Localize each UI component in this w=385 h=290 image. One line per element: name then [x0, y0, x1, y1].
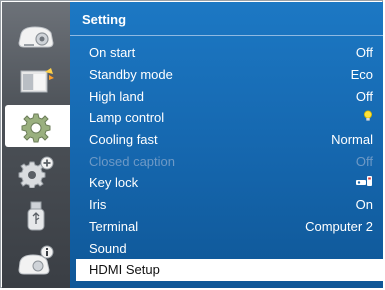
menu-item-on-start[interactable]: On start Off — [70, 42, 383, 64]
menu-item-value — [355, 175, 373, 190]
panel-title: Setting — [82, 12, 127, 27]
menu-item-value: On — [355, 197, 373, 213]
menu-item-value — [363, 110, 373, 125]
menu-item-lamp-control[interactable]: Lamp control — [70, 107, 383, 129]
menu-item-value: Normal — [331, 132, 373, 148]
menu-item-key-lock[interactable]: Key lock — [70, 172, 383, 194]
menu-item-sound[interactable]: Sound — [70, 237, 383, 259]
menu-item-closed-caption: Closed caption Off — [70, 150, 383, 172]
panel-header: Setting — [70, 2, 383, 36]
menu-item-label: Terminal — [89, 218, 139, 234]
menu-item-label: High land — [89, 88, 144, 104]
sidebar-item-image[interactable] — [5, 60, 67, 102]
menu-window: Setting On start Off Standby mode Eco Hi… — [0, 0, 383, 288]
menu-item-terminal[interactable]: Terminal Computer 2 — [70, 216, 383, 238]
sidebar-item-projector[interactable] — [5, 15, 67, 57]
sidebar-item-setting[interactable] — [5, 105, 71, 147]
menu-item-label: Key lock — [89, 175, 139, 191]
menu-item-value: Computer 2 — [305, 218, 373, 234]
menu-item-value: Off — [355, 153, 373, 169]
menu-item-label: Cooling fast — [89, 132, 158, 148]
menu-item-high-land[interactable]: High land Off — [70, 85, 383, 107]
menu-item-value: Off — [355, 88, 373, 104]
setting-gear-icon — [17, 109, 59, 143]
menu-item-value: Off — [355, 45, 373, 61]
menu-item-label: Closed caption — [89, 153, 175, 169]
settings-panel: Setting On start Off Standby mode Eco Hi… — [70, 2, 383, 288]
menu-item-value: Eco — [350, 67, 373, 83]
key-lock-icon — [355, 175, 373, 190]
menu-item-label: Sound — [89, 240, 127, 256]
lamp-bulb-icon — [363, 110, 373, 125]
sidebar — [2, 2, 71, 288]
menu-item-cooling-fast[interactable]: Cooling fast Normal — [70, 129, 383, 151]
sidebar-item-expanded[interactable] — [5, 150, 67, 192]
expanded-gear-icon — [15, 154, 57, 188]
menu-item-label: On start — [89, 45, 136, 61]
projector-info-icon — [15, 244, 57, 278]
menu-list: On start Off Standby mode Eco High land … — [70, 42, 383, 281]
sidebar-item-info[interactable] — [5, 240, 67, 282]
sidebar-item-usb[interactable] — [5, 195, 67, 237]
menu-item-label: Standby mode — [89, 67, 173, 83]
menu-item-iris[interactable]: Iris On — [70, 194, 383, 216]
menu-item-label: Lamp control — [89, 110, 165, 126]
menu-item-label: HDMI Setup — [89, 262, 160, 278]
menu-item-hdmi-setup[interactable]: HDMI Setup — [76, 258, 383, 281]
image-adjust-icon — [15, 66, 57, 96]
projector-icon — [15, 21, 57, 51]
usb-icon — [15, 199, 57, 233]
menu-item-label: Iris — [89, 197, 107, 213]
menu-item-standby-mode[interactable]: Standby mode Eco — [70, 64, 383, 86]
